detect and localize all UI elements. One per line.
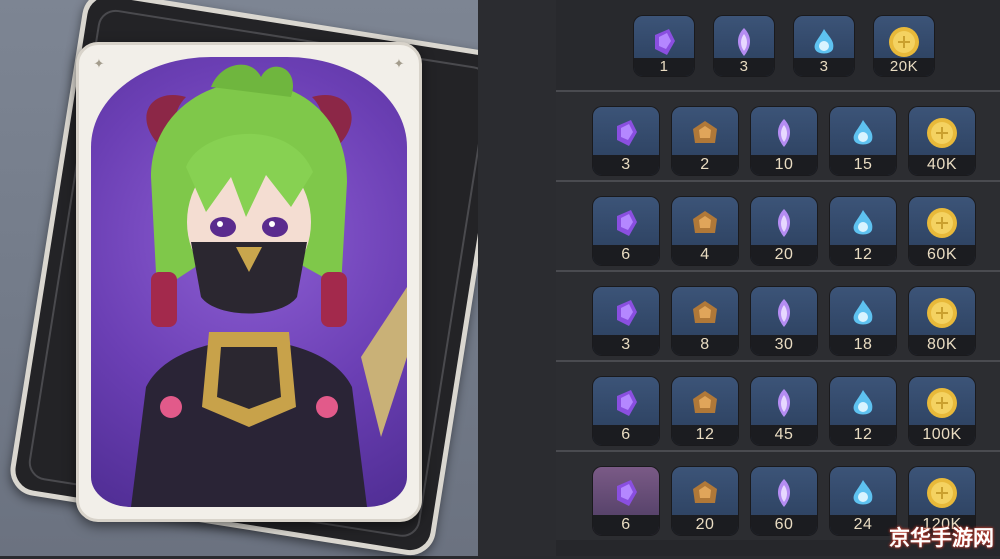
material-tile[interactable]: 12 — [672, 377, 738, 445]
character-card: ✦ ✦ — [76, 42, 422, 522]
violet-crystal-icon — [767, 116, 801, 154]
material-row: 6 12 45 12 100K — [556, 360, 1000, 450]
violet-crystal-icon — [767, 206, 801, 244]
material-count: 12 — [672, 425, 738, 445]
material-count: 60K — [909, 245, 975, 265]
purple-gem-icon — [609, 116, 643, 154]
card-corner-ornament: ✦ — [393, 57, 405, 72]
material-tile[interactable]: 40K — [909, 107, 975, 175]
material-tile[interactable]: 10 — [751, 107, 817, 175]
material-tile[interactable]: 100K — [909, 377, 975, 445]
panel-gap — [478, 0, 556, 556]
material-tile[interactable]: 6 — [593, 197, 659, 265]
bronze-material-icon — [687, 205, 723, 245]
material-count: 3 — [593, 335, 659, 355]
material-count: 8 — [672, 335, 738, 355]
material-count: 80K — [909, 335, 975, 355]
material-tile[interactable]: 8 — [672, 287, 738, 355]
gold-coin-icon — [924, 115, 960, 155]
gold-coin-icon — [924, 385, 960, 425]
material-count: 12 — [830, 425, 896, 445]
material-tile[interactable]: 6 — [593, 377, 659, 445]
material-count: 15 — [830, 155, 896, 175]
bronze-material-icon — [687, 115, 723, 155]
blue-flame-icon — [846, 116, 880, 154]
violet-crystal-icon — [767, 386, 801, 424]
gold-coin-icon — [924, 205, 960, 245]
bronze-material-icon — [687, 295, 723, 335]
material-row: 3 2 10 15 40K — [556, 90, 1000, 180]
material-count: 10 — [751, 155, 817, 175]
material-count: 3 — [794, 58, 854, 76]
violet-crystal-icon — [767, 476, 801, 514]
material-count: 18 — [830, 335, 896, 355]
material-tile[interactable]: 60K — [909, 197, 975, 265]
material-tile[interactable]: 18 — [830, 287, 896, 355]
material-row: 6 4 20 12 60K — [556, 180, 1000, 270]
material-count: 12 — [830, 245, 896, 265]
material-tile[interactable]: 12 — [830, 197, 896, 265]
material-tile[interactable]: 3 — [714, 16, 774, 76]
material-tile[interactable]: 80K — [909, 287, 975, 355]
site-watermark: 京华手游网 — [889, 526, 994, 550]
material-count: 24 — [830, 515, 896, 535]
material-count: 6 — [593, 245, 659, 265]
material-count: 60 — [751, 515, 817, 535]
material-count: 20 — [672, 515, 738, 535]
material-tile[interactable]: 30 — [751, 287, 817, 355]
material-tile[interactable]: 3 — [593, 107, 659, 175]
material-row: 1 3 3 20K — [556, 0, 1000, 90]
bronze-material-icon — [687, 385, 723, 425]
blue-flame-icon — [846, 386, 880, 424]
material-count: 100K — [909, 425, 975, 445]
material-tile[interactable]: 1 — [634, 16, 694, 76]
material-count: 2 — [672, 155, 738, 175]
material-count: 4 — [672, 245, 738, 265]
character-portrait — [91, 57, 407, 507]
blue-flame-icon — [846, 296, 880, 334]
violet-crystal-icon — [767, 296, 801, 334]
gold-coin-icon — [924, 295, 960, 335]
material-tile[interactable]: 4 — [672, 197, 738, 265]
material-count: 30 — [751, 335, 817, 355]
material-tile[interactable]: 6 — [593, 467, 659, 535]
material-count: 45 — [751, 425, 817, 445]
material-row: 3 8 30 18 80K — [556, 270, 1000, 360]
purple-gem-icon — [609, 386, 643, 424]
material-count: 1 — [634, 58, 694, 76]
material-tile[interactable]: 24 — [830, 467, 896, 535]
material-count: 6 — [593, 515, 659, 535]
material-count: 20 — [751, 245, 817, 265]
material-tile[interactable]: 60 — [751, 467, 817, 535]
material-tile[interactable]: 3 — [794, 16, 854, 76]
material-tile[interactable]: 45 — [751, 377, 817, 445]
material-tile[interactable]: 20 — [751, 197, 817, 265]
gold-coin-icon — [924, 475, 960, 515]
blue-flame-icon — [846, 476, 880, 514]
material-tile[interactable]: 20 — [672, 467, 738, 535]
purple-gem-icon — [609, 476, 643, 514]
bronze-material-icon — [687, 475, 723, 515]
material-count: 6 — [593, 425, 659, 445]
blue-flame-icon — [846, 206, 880, 244]
material-count: 20K — [874, 58, 934, 76]
purple-gem-icon — [609, 296, 643, 334]
material-count: 3 — [714, 58, 774, 76]
character-card-panel: ✦ ✦ — [0, 0, 512, 559]
material-tile[interactable]: 3 — [593, 287, 659, 355]
material-tile[interactable]: 12 — [830, 377, 896, 445]
material-tile[interactable]: 2 — [672, 107, 738, 175]
purple-gem-icon — [609, 206, 643, 244]
material-tile[interactable]: 15 — [830, 107, 896, 175]
material-count: 40K — [909, 155, 975, 175]
material-tile[interactable]: 20K — [874, 16, 934, 76]
card-corner-ornament: ✦ — [93, 57, 105, 72]
material-count: 3 — [593, 155, 659, 175]
